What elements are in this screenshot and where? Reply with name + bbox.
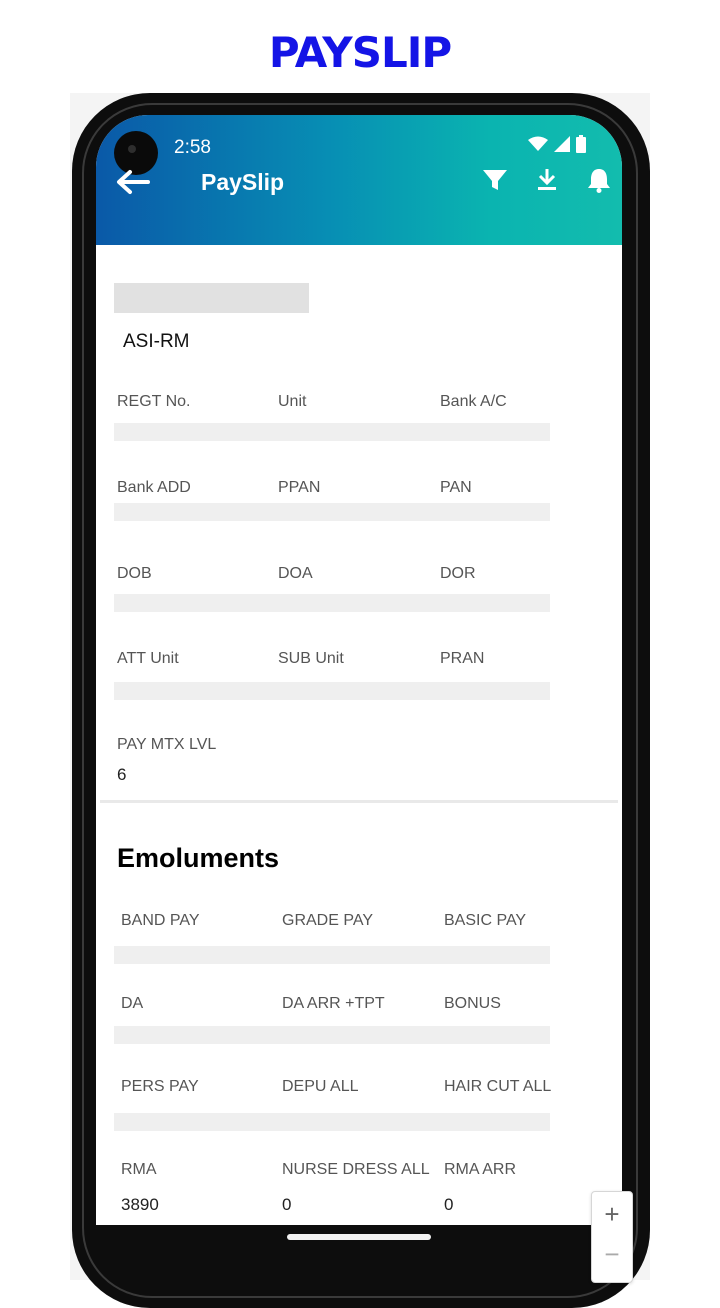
zoom-in-button[interactable]: + [592, 1194, 632, 1234]
label-rma-arr: RMA ARR [444, 1161, 517, 1178]
notifications-button[interactable] [584, 165, 614, 195]
app-bar-actions [480, 165, 614, 195]
label-grade-pay: GRADE PAY [282, 912, 373, 929]
label-dob: DOB [117, 565, 152, 582]
label-rma: RMA [121, 1161, 157, 1178]
label-dor: DOR [440, 565, 476, 582]
label-unit: Unit [278, 393, 307, 410]
label-ppan: PPAN [278, 479, 321, 496]
label-pers-pay: PERS PAY [121, 1078, 199, 1095]
label-doa: DOA [278, 565, 313, 582]
download-icon [538, 169, 556, 190]
value-pay-mtx-lvl: 6 [117, 765, 127, 784]
value-rma-arr: 0 [444, 1195, 454, 1214]
label-da: DA [121, 995, 144, 1012]
app-bar-title: PaySlip [201, 169, 285, 195]
payslip-banner-title: PAYSLIP [268, 28, 452, 77]
back-button[interactable] [114, 167, 154, 197]
payslip-content: ASI-RM REGT No. Unit Bank A/C Bank ADD P… [96, 245, 622, 1225]
emoluments-row2-values-redacted [114, 1026, 550, 1044]
back-arrow-icon [117, 170, 150, 194]
home-indicator[interactable] [287, 1234, 431, 1240]
emoluments-row1-values-redacted [114, 946, 550, 964]
label-band-pay: BAND PAY [121, 912, 200, 929]
label-bonus: BONUS [444, 995, 501, 1012]
employee-designation: ASI-RM [123, 331, 190, 352]
emoluments-heading: Emoluments [117, 843, 280, 873]
bell-icon [588, 169, 610, 193]
label-pran: PRAN [440, 650, 485, 667]
details-row1-values-redacted [114, 423, 550, 441]
employee-name-redacted [114, 283, 309, 313]
signal-icon [554, 136, 570, 152]
label-depu-all: DEPU ALL [282, 1078, 359, 1095]
details-row3-values-redacted [114, 594, 550, 612]
zoom-control: + − [591, 1191, 633, 1283]
app-bar: 2:58 PaySlip [96, 115, 622, 245]
download-button[interactable] [532, 165, 562, 195]
label-bank-add: Bank ADD [117, 479, 191, 496]
filter-icon [483, 170, 507, 190]
wifi-icon [528, 136, 548, 151]
label-hair-cut-all: HAIR CUT ALL [444, 1078, 552, 1095]
label-basic-pay: BASIC PAY [444, 912, 527, 929]
value-rma: 3890 [121, 1195, 159, 1214]
emoluments-row3-values-redacted [114, 1113, 550, 1131]
section-divider [100, 800, 618, 803]
label-pay-mtx-lvl: PAY MTX LVL [117, 736, 217, 753]
label-nurse-dress-all: NURSE DRESS ALL [282, 1161, 430, 1178]
filter-button[interactable] [480, 165, 510, 195]
label-pan: PAN [440, 479, 472, 496]
label-sub-unit: SUB Unit [278, 650, 344, 667]
label-regt-no: REGT No. [117, 393, 191, 410]
value-nurse-dress-all: 0 [282, 1195, 292, 1214]
details-row4-values-redacted [114, 682, 550, 700]
label-da-arr-tpt: DA ARR +TPT [282, 995, 385, 1012]
details-row2-values-redacted [114, 503, 550, 521]
status-icons [528, 135, 586, 153]
zoom-out-button[interactable]: − [592, 1234, 632, 1274]
phone-screen: 2:58 PaySlip ASI-RM REGT No. Unit Bank A… [96, 115, 622, 1225]
status-time: 2:58 [174, 137, 211, 158]
battery-icon [576, 135, 586, 153]
label-bank-ac: Bank A/C [440, 393, 507, 410]
label-att-unit: ATT Unit [117, 650, 179, 667]
